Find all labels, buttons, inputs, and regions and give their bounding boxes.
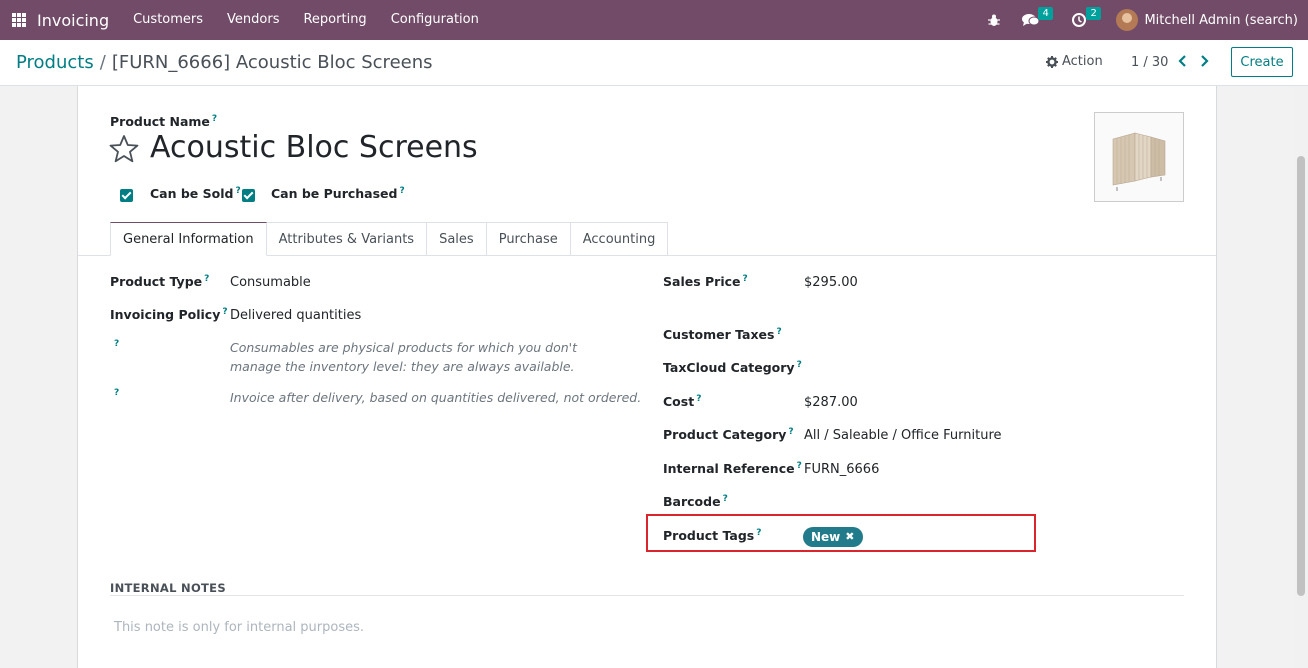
gear-icon: [1046, 55, 1058, 68]
tab-accounting[interactable]: Accounting: [570, 222, 669, 256]
help-tooltip-icon[interactable]: ?: [114, 388, 119, 398]
breadcrumb: Products / [FURN_6666] Acoustic Bloc Scree…: [16, 52, 433, 73]
invoicing-policy-label: Invoicing Policy?: [110, 307, 228, 323]
main-menu: Customers Vendors Reporting Configuratio…: [121, 0, 491, 40]
action-button[interactable]: Action: [1046, 54, 1103, 69]
activities-count-badge: 2: [1086, 7, 1101, 20]
scrollbar-thumb[interactable]: [1297, 156, 1305, 596]
help-tooltip-icon[interactable]: ?: [114, 339, 119, 349]
barcode-label: Barcode?: [663, 494, 728, 510]
apps-menu-icon[interactable]: [12, 13, 26, 27]
tag-label: New: [811, 530, 841, 544]
breadcrumb-current: [FURN_6666] Acoustic Bloc Screens: [111, 52, 433, 73]
cost-label: Cost?: [663, 394, 702, 410]
user-menu[interactable]: Mitchell Admin (search): [1144, 13, 1298, 28]
taxcloud-category-label: TaxCloud Category?: [663, 360, 802, 376]
messages-count-badge: 4: [1038, 7, 1053, 20]
debug-bug-icon[interactable]: [988, 14, 1001, 27]
page-scrollbar[interactable]: [1294, 86, 1308, 668]
menu-customers[interactable]: Customers: [121, 0, 215, 40]
internal-reference-field[interactable]: FURN_6666: [804, 462, 879, 477]
messages-icon[interactable]: 4: [1022, 7, 1053, 27]
product-category-label: Product Category?: [663, 427, 794, 443]
breadcrumb-separator: /: [99, 52, 106, 73]
can-be-sold-checkbox[interactable]: [120, 189, 133, 202]
tab-purchase[interactable]: Purchase: [486, 222, 571, 256]
can-be-purchased-checkbox[interactable]: [242, 189, 255, 202]
favorite-star-icon[interactable]: [109, 134, 139, 164]
menu-vendors[interactable]: Vendors: [215, 0, 291, 40]
tag-new[interactable]: New ✖: [803, 527, 863, 547]
user-avatar[interactable]: [1116, 9, 1139, 31]
product-form-sheet: Product Name? Acoustic Bloc Screens Can …: [77, 86, 1217, 668]
pager-next-icon[interactable]: [1197, 54, 1211, 68]
menu-reporting[interactable]: Reporting: [291, 0, 378, 40]
customer-taxes-label: Customer Taxes?: [663, 327, 782, 343]
tag-remove-icon[interactable]: ✖: [845, 527, 854, 547]
product-type-help-text: Consumables are physical products for wh…: [230, 340, 578, 374]
product-type-label: Product Type?: [110, 274, 210, 290]
can-be-purchased-label: Can be Purchased?: [271, 186, 405, 202]
action-label: Action: [1062, 54, 1103, 69]
internal-notes-header: INTERNAL NOTES: [110, 581, 226, 595]
invoicing-policy-field[interactable]: Delivered quantities: [230, 308, 361, 323]
notes-divider: [110, 595, 1184, 596]
menu-configuration[interactable]: Configuration: [379, 0, 491, 40]
product-name-field[interactable]: Acoustic Bloc Screens: [150, 130, 478, 165]
tab-general-information[interactable]: General Information: [110, 222, 267, 256]
tab-sales[interactable]: Sales: [427, 222, 487, 256]
acoustic-screen-image: [1112, 132, 1166, 191]
product-category-field[interactable]: All / Saleable / Office Furniture: [804, 428, 1002, 443]
internal-reference-label: Internal Reference?: [663, 461, 802, 477]
sales-price-field[interactable]: $295.00: [804, 275, 858, 290]
breadcrumb-products-link[interactable]: Products: [16, 52, 94, 73]
pager-previous-icon[interactable]: [1176, 54, 1190, 68]
app-name[interactable]: Invoicing: [37, 11, 109, 30]
invoicing-policy-help-text: Invoice after delivery, based on quantit…: [230, 390, 642, 405]
product-image[interactable]: [1094, 112, 1184, 202]
internal-notes-field[interactable]: This note is only for internal purposes.: [114, 620, 364, 635]
pager-value[interactable]: 1 / 30: [1131, 55, 1168, 70]
systray: 4 2 Mitchell Admin (search): [988, 0, 1308, 40]
create-button[interactable]: Create: [1231, 47, 1293, 77]
top-navbar: Invoicing Customers Vendors Reporting Co…: [0, 0, 1308, 40]
sales-price-label: Sales Price?: [663, 274, 748, 290]
form-tabs: General Information Attributes & Variant…: [110, 222, 669, 256]
product-name-label: Product Name?: [110, 114, 218, 130]
cost-field[interactable]: $287.00: [804, 395, 858, 410]
control-panel: Products / [FURN_6666] Acoustic Bloc Scree…: [0, 40, 1308, 86]
tab-attributes-variants[interactable]: Attributes & Variants: [266, 222, 428, 256]
product-type-field[interactable]: Consumable: [230, 275, 311, 290]
activities-icon[interactable]: 2: [1072, 7, 1101, 27]
product-tags-label: Product Tags?: [663, 528, 762, 544]
help-tooltip-icon[interactable]: ?: [212, 114, 217, 124]
can-be-sold-label: Can be Sold?: [150, 186, 241, 202]
